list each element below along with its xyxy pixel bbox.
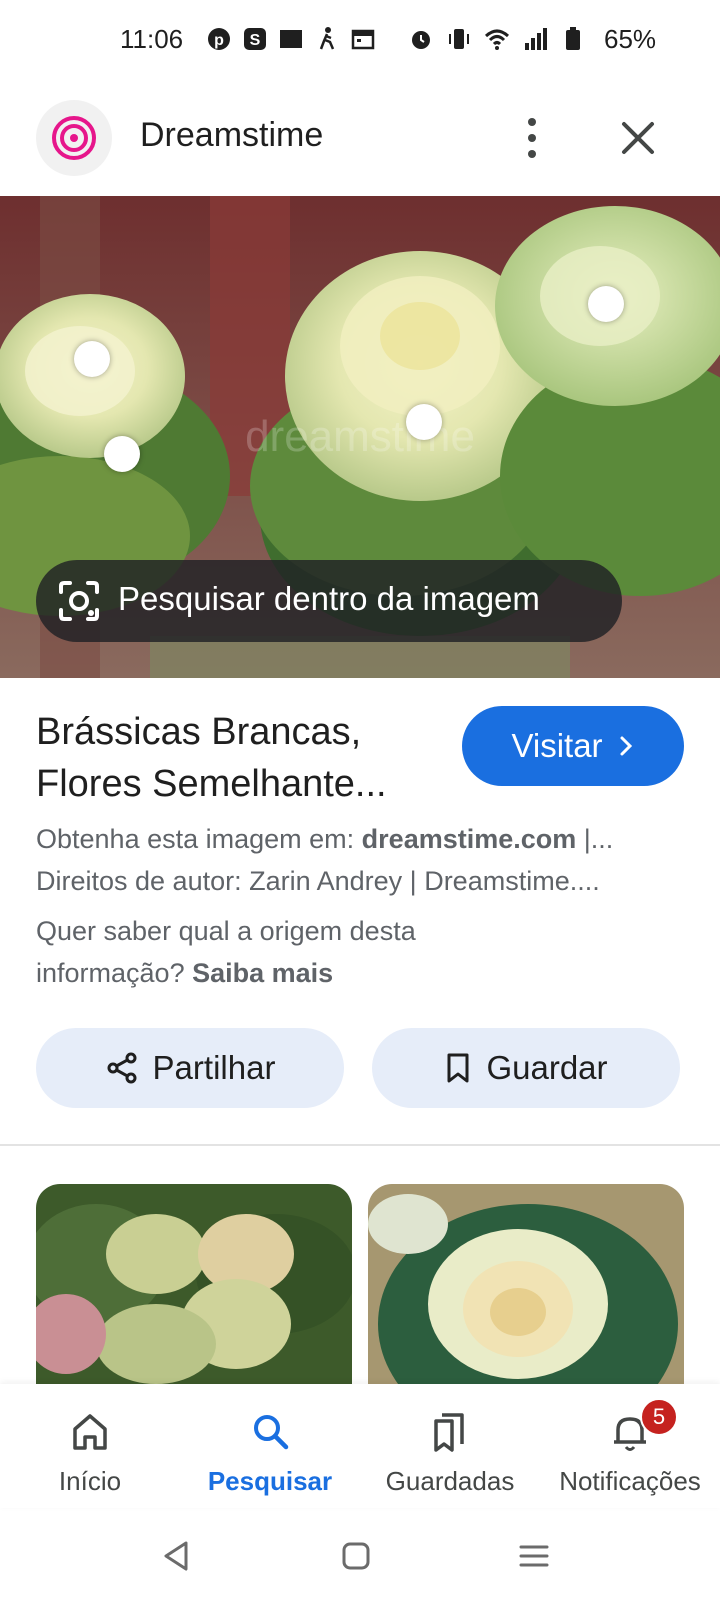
image-hotspot[interactable] [74, 341, 110, 377]
calendar-icon [351, 29, 375, 50]
source-domain-link[interactable]: dreamstime.com [362, 824, 577, 854]
source-header: Dreamstime [0, 96, 720, 184]
svg-text:p: p [214, 32, 224, 49]
site-name[interactable]: Dreamstime [140, 116, 323, 155]
status-time: 11:06 [120, 24, 184, 54]
bookmarks-icon [434, 1413, 464, 1452]
share-icon [107, 1052, 137, 1084]
chevron-right-icon [620, 736, 632, 756]
back-icon[interactable] [158, 1538, 194, 1574]
search-inside-image-label: Pesquisar dentro da imagem [118, 580, 540, 617]
search-inside-image-button[interactable]: Pesquisar dentro da imagem [36, 560, 622, 642]
result-title-line-2: Flores Semelhante... [36, 763, 387, 805]
fnac-icon [280, 30, 302, 48]
related-cabbage-photo [368, 1184, 684, 1384]
share-button[interactable]: Partilhar [36, 1028, 344, 1108]
battery-icon [566, 27, 580, 50]
share-label: Partilhar [152, 1049, 276, 1086]
save-label: Guardar [486, 1049, 608, 1086]
source-line: Obtenha esta imagem em: dreamstime.com |… [36, 818, 686, 860]
image-hotspot[interactable] [406, 404, 442, 440]
signal-icon [525, 28, 547, 50]
nav-notifications-label: Notificações [559, 1466, 701, 1496]
result-title-line-1: Brássicas Brancas, [36, 711, 362, 753]
more-options-icon[interactable] [512, 116, 552, 160]
notification-count-badge: 5 [640, 1398, 678, 1436]
search-icon [254, 1415, 289, 1450]
bookmark-icon [447, 1053, 469, 1083]
nav-search[interactable]: Pesquisar [180, 1384, 360, 1508]
vibrate-icon [449, 29, 469, 49]
nav-home[interactable]: Início [0, 1384, 180, 1508]
nav-search-label: Pesquisar [207, 1466, 333, 1496]
notification-icons: p S [206, 26, 376, 52]
svg-text:S: S [250, 32, 261, 49]
copyright-line: Direitos de autor: Zarin Andrey | Dreams… [36, 866, 600, 896]
dreamstime-logo-icon [52, 116, 96, 160]
nav-saved[interactable]: Guardadas [360, 1384, 540, 1508]
section-divider [0, 1144, 720, 1146]
info-question-line-1: Quer saber qual a origem desta [36, 916, 416, 946]
result-image[interactable]: dreamstime Pesquisar dentro da imagem [0, 196, 720, 678]
system-icons [408, 26, 586, 52]
related-image[interactable] [368, 1184, 684, 1384]
nav-saved-label: Guardadas [385, 1466, 515, 1496]
related-image[interactable] [36, 1184, 352, 1384]
nav-notifications[interactable]: 5 Notificações [540, 1384, 720, 1508]
bottom-navigation: Início Pesquisar Guardadas 5 Notificaçõe… [0, 1384, 720, 1508]
visit-label: Visitar [511, 727, 603, 764]
pinterest-icon: p [208, 28, 230, 50]
related-cabbage-photo [36, 1184, 352, 1384]
battery-percent: 65% [604, 24, 657, 54]
info-question-text: informação? [36, 958, 193, 988]
source-suffix: |... [576, 824, 614, 854]
save-button[interactable]: Guardar [372, 1028, 680, 1108]
s-app-icon: S [244, 28, 266, 50]
lens-camera-icon [59, 581, 99, 621]
alarm-icon [412, 31, 430, 49]
home-button-icon[interactable] [338, 1538, 374, 1574]
close-icon[interactable] [616, 116, 660, 160]
image-hotspot[interactable] [104, 436, 140, 472]
result-title: Brássicas Brancas, Flores Semelhante... [36, 706, 446, 810]
wifi-icon [484, 29, 510, 50]
visit-button[interactable]: Visitar [462, 706, 684, 786]
status-bar: 11:06 p S 65% [0, 0, 720, 84]
recents-menu-icon[interactable] [516, 1538, 552, 1574]
site-logo[interactable] [36, 100, 112, 176]
nav-home-label: Início [58, 1466, 122, 1496]
system-navigation-bar [0, 1508, 720, 1608]
source-prefix: Obtenha esta imagem em: [36, 824, 362, 854]
learn-more-link[interactable]: Saiba mais [192, 958, 333, 988]
image-hotspot[interactable] [588, 286, 624, 322]
walking-icon [319, 27, 335, 50]
info-question-line-2: informação? Saiba mais [36, 952, 686, 994]
home-icon [73, 1414, 107, 1450]
